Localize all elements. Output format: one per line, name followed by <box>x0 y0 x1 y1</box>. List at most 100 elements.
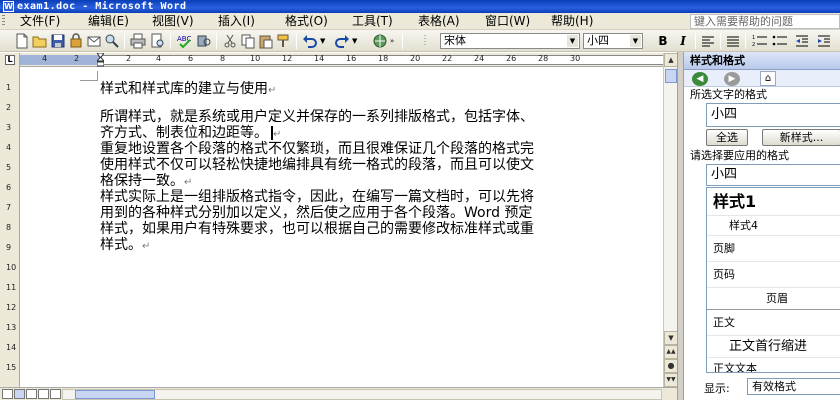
font-size-combo[interactable]: 小四 ▼ <box>583 33 643 49</box>
horizontal-ruler[interactable]: 4 2 2 4 6 8 10 12 14 16 18 20 22 24 26 2… <box>20 53 675 67</box>
show-filter-select[interactable]: 有效格式 <box>747 378 840 395</box>
chevron-down-icon[interactable]: ▼ <box>567 35 578 47</box>
indent-marker-icon[interactable] <box>97 53 104 67</box>
document-line[interactable]: 用到的各种样式分别加以定义，然后使之应用于各个段落。Word 预定 <box>100 205 532 221</box>
word-app-icon[interactable]: W <box>3 1 14 12</box>
document-line[interactable]: 样式，如果用户有特殊要求，也可以根据自己的需要修改标准样式或重 <box>100 221 534 237</box>
selected-format-box[interactable]: 小四 <box>706 103 840 127</box>
menu-view[interactable]: 视图(V) <box>152 13 194 30</box>
line-text: 齐方式、制表位和边距等。 <box>100 125 268 141</box>
font-name-combo[interactable]: 宋体 ▼ <box>440 33 580 49</box>
menu-table[interactable]: 表格(A) <box>418 13 460 30</box>
toolbar-separator <box>402 33 403 49</box>
italic-button[interactable]: I <box>675 33 691 49</box>
horizontal-scrollbar[interactable] <box>62 389 662 400</box>
toolbar-grip-handle[interactable] <box>418 33 426 49</box>
document-line[interactable]: 所谓样式，就是系统或用户定义并保存的一系列排版格式，包括字体、 <box>100 109 534 125</box>
scroll-up-icon[interactable]: ▲ <box>664 53 678 67</box>
copy-icon[interactable] <box>240 33 256 49</box>
undo-dropdown-icon[interactable]: ▼ <box>320 33 328 49</box>
paste-icon[interactable] <box>258 33 274 49</box>
scrollbar-thumb[interactable] <box>665 69 677 83</box>
paragraph-mark-icon: ↵ <box>142 241 151 252</box>
numbering-icon[interactable]: 12 <box>752 33 768 49</box>
left-tab-icon[interactable]: L <box>5 55 15 65</box>
scroll-down-icon[interactable]: ▼ <box>664 331 678 345</box>
document-line[interactable]: 样式实际上是一组排版格式指令，因此，在编写一篇文档时，可以先将 <box>100 189 534 205</box>
align-left-icon[interactable] <box>700 33 716 49</box>
open-folder-icon[interactable] <box>32 33 48 49</box>
styles-task-pane: 样式和格式 ◀ ▶ ⌂ 所选文字的格式 小四 全选 新样式... 请选择要应用的… <box>683 52 840 400</box>
vertical-ruler[interactable]: 1 2 3 4 5 6 7 8 9 10 11 12 13 14 15 <box>0 67 20 387</box>
previous-page-icon[interactable]: ▲▲ <box>664 345 678 359</box>
justify-icon[interactable] <box>725 33 741 49</box>
horizontal-scrollbar-thumb[interactable] <box>75 390 155 399</box>
permission-icon[interactable] <box>68 33 84 49</box>
outline-view-icon[interactable] <box>38 389 49 399</box>
back-arrow-icon[interactable]: ◀ <box>692 72 708 86</box>
bold-button[interactable]: B <box>655 33 671 49</box>
help-search-input[interactable]: 键入需要帮助的问题 <box>690 14 840 29</box>
reading-layout-view-icon[interactable] <box>50 389 61 399</box>
document-line[interactable]: 重复地设置各个段落的格式不仅繁琐，而且很难保证几个段落的格式完 <box>100 141 534 157</box>
forward-arrow-icon[interactable]: ▶ <box>724 72 740 86</box>
menu-insert[interactable]: 插入(I) <box>218 13 255 30</box>
normal-view-icon[interactable] <box>2 389 13 399</box>
style-item[interactable]: 正文 <box>707 310 840 336</box>
menu-help[interactable]: 帮助(H) <box>551 13 593 30</box>
line-text: 样式实际上是一组排版格式指令，因此，在编写一篇文档时，可以先将 <box>100 189 534 205</box>
web-layout-view-icon[interactable] <box>14 389 25 399</box>
style-item[interactable]: 页脚 <box>707 236 840 262</box>
print-preview-icon[interactable] <box>150 33 166 49</box>
chevron-down-icon[interactable]: ▼ <box>630 35 641 47</box>
increase-indent-icon[interactable] <box>816 33 832 49</box>
apply-format-label: 请选择要应用的格式 <box>690 149 789 162</box>
style-item[interactable]: 页码 <box>707 262 840 288</box>
new-document-icon[interactable] <box>14 33 30 49</box>
style-item[interactable]: 页眉 <box>707 288 840 310</box>
vruler-number: 12 <box>6 303 17 312</box>
style-item[interactable]: 样式1 <box>707 188 840 216</box>
document-line[interactable]: 样式。↵ <box>100 237 150 255</box>
menu-grip-handle[interactable] <box>2 15 5 27</box>
insert-hyperlink-icon[interactable] <box>372 33 388 49</box>
vertical-scrollbar[interactable]: ▲ ▼ ▲▲ ● ▼▼ <box>663 53 678 387</box>
select-all-button[interactable]: 全选 <box>706 129 748 146</box>
toolbar-overflow-icon[interactable]: » <box>390 33 398 49</box>
style-item[interactable]: 样式4 <box>707 216 840 236</box>
redo-dropdown-icon[interactable]: ▼ <box>352 33 360 49</box>
style-list[interactable]: 样式1 样式4 页脚 页码 页眉 正文 正文首行缩进 正文文本 <box>706 187 840 373</box>
home-icon[interactable]: ⌂ <box>760 71 776 86</box>
menu-window[interactable]: 窗口(W) <box>485 13 530 30</box>
research-icon[interactable] <box>104 33 120 49</box>
tab-selector[interactable]: L <box>0 53 20 67</box>
redo-icon[interactable] <box>334 33 350 49</box>
document-page[interactable]: 样式和样式库的建立与使用↵ 所谓样式，就是系统或用户定义并保存的一系列排版格式，… <box>20 67 663 387</box>
cut-icon[interactable] <box>222 33 238 49</box>
save-disk-icon[interactable] <box>50 33 66 49</box>
select-browse-object-icon[interactable]: ● <box>664 359 678 373</box>
style-item[interactable]: 正文文本 <box>707 358 840 372</box>
print-icon[interactable] <box>130 33 146 49</box>
style-item[interactable]: 正文首行缩进 <box>707 336 840 358</box>
spelling-grammar-icon[interactable]: ABC <box>176 33 192 49</box>
menu-format[interactable]: 格式(O) <box>285 13 328 30</box>
new-style-button[interactable]: 新样式... <box>762 129 840 146</box>
decrease-indent-icon[interactable] <box>794 33 810 49</box>
next-page-icon[interactable]: ▼▼ <box>664 373 678 387</box>
menu-file[interactable]: 文件(F) <box>20 13 60 30</box>
undo-icon[interactable] <box>302 33 318 49</box>
format-painter-icon[interactable] <box>276 33 292 49</box>
research-book-icon[interactable] <box>196 33 212 49</box>
email-icon[interactable] <box>86 33 102 49</box>
bullets-icon[interactable] <box>772 33 788 49</box>
vruler-number: 10 <box>6 263 17 272</box>
apply-format-input[interactable]: 小四 <box>706 164 840 186</box>
print-layout-view-icon[interactable] <box>26 389 37 399</box>
ruler-number: 8 <box>220 54 226 63</box>
menu-edit[interactable]: 编辑(E) <box>88 13 129 30</box>
task-pane-title[interactable]: 样式和格式 <box>690 52 745 70</box>
document-line[interactable]: 使用样式不仅可以轻松快捷地编排具有统一格式的段落，而且可以使文 <box>100 157 534 173</box>
menu-tools[interactable]: 工具(T) <box>352 13 393 30</box>
document-heading[interactable]: 样式和样式库的建立与使用↵ <box>100 81 276 99</box>
